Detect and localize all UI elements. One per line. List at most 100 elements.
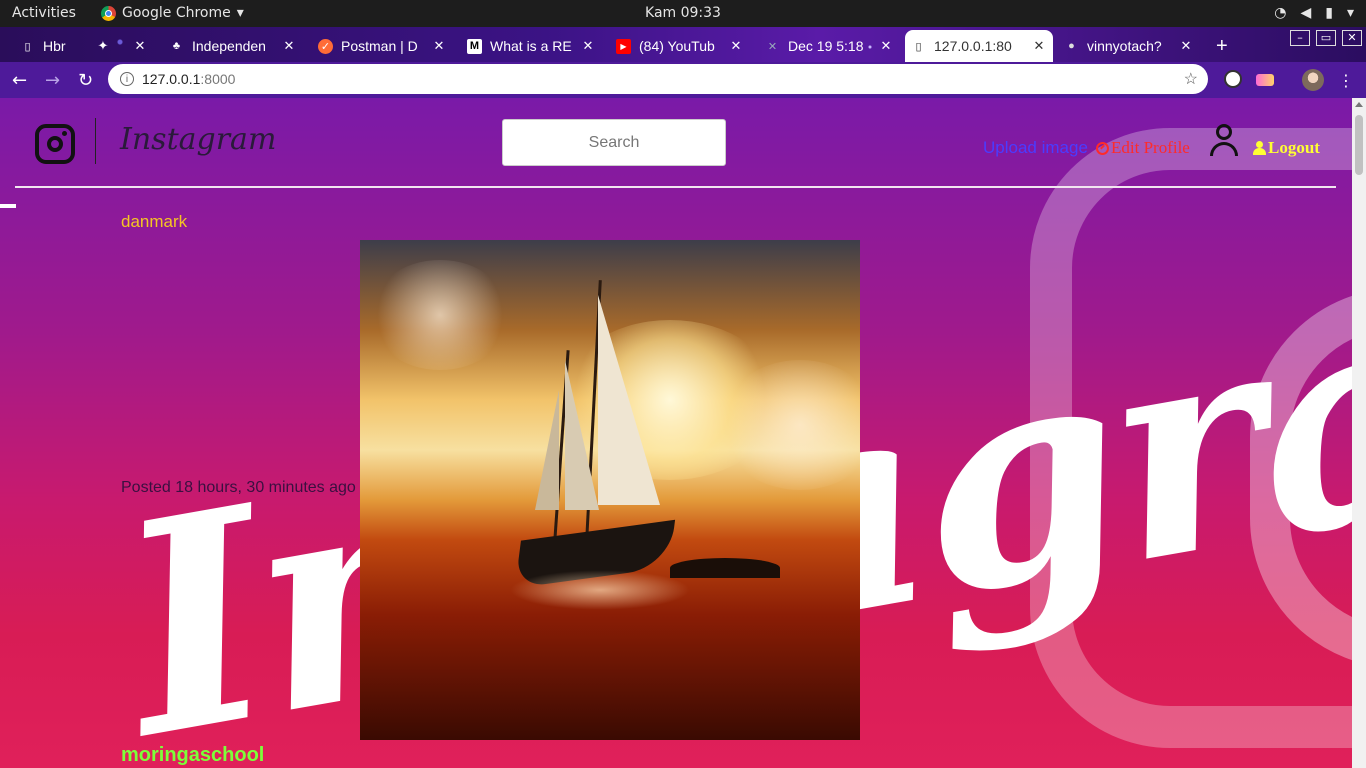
tab-label: Independen (192, 38, 266, 54)
image-sail (535, 390, 559, 510)
tab-label: (84) YouTub (639, 38, 715, 54)
github-icon: ● (1068, 40, 1075, 52)
wifi-icon: ◔ (1274, 5, 1287, 21)
user-icon (1253, 141, 1266, 155)
chevron-down-icon: ▾ (236, 5, 244, 21)
tab-label: Hbr (43, 38, 66, 54)
tab-label: vinnyotach? (1087, 38, 1162, 54)
browser-toolbar: ← → ↻ i 127.0.0.1:8000 ☆ ⋮ (0, 62, 1366, 98)
close-icon: ✕ (1180, 38, 1192, 53)
close-window-button[interactable]: ✕ (1342, 30, 1362, 46)
page-viewport: Instagram Instagram Upload image Edit Pr… (0, 98, 1352, 768)
instagram-logo-icon[interactable] (35, 124, 75, 164)
medium-icon: M (467, 38, 482, 54)
tab-label: Postman | D (341, 38, 418, 54)
plus-icon: + (1216, 34, 1228, 57)
brand-name[interactable]: Instagram (120, 122, 276, 157)
close-icon: ✕ (283, 38, 295, 53)
back-button[interactable]: ← (12, 70, 27, 91)
search-input[interactable] (502, 119, 726, 166)
avatar[interactable] (1302, 69, 1324, 91)
doc-icon: ▯ (915, 40, 922, 53)
maximize-button[interactable]: ▭ (1316, 30, 1336, 46)
browser-tab[interactable]: ♣ Independen ✕ (163, 30, 303, 62)
browser-tab[interactable]: M What is a RE ✕ (461, 30, 602, 62)
chevron-down-icon: ▾ (1346, 5, 1354, 21)
screencast-extension-icon[interactable] (1256, 74, 1274, 86)
extension-icon[interactable] (1224, 70, 1242, 88)
reload-button[interactable]: ↻ (78, 70, 93, 91)
image-foam (510, 570, 690, 610)
forward-button[interactable]: → (45, 70, 60, 91)
header-divider (15, 186, 1336, 188)
close-icon: ✕ (880, 38, 892, 53)
browser-tab[interactable]: ● vinnyotach? ✕ (1058, 30, 1200, 62)
page-scrollbar[interactable] (1352, 98, 1366, 768)
tab-close-button[interactable]: ✕ (132, 30, 144, 62)
upload-image-link[interactable]: Upload image (983, 138, 1088, 158)
sparkle-icon: ✦ (97, 38, 109, 53)
image-cloud (720, 360, 860, 490)
image-cloud (370, 260, 510, 370)
chrome-icon (101, 5, 116, 21)
scroll-up-icon[interactable] (1355, 102, 1363, 107)
close-icon: ✕ (582, 38, 594, 53)
kebab-menu-icon[interactable]: ⋮ (1338, 71, 1354, 90)
new-tab-button[interactable]: + (1210, 30, 1236, 62)
logo-divider (95, 118, 96, 164)
user-head-shape (1216, 124, 1232, 140)
postman-icon: ✓ (318, 38, 333, 54)
close-icon: ✕ (433, 38, 445, 53)
camera-flash-icon (62, 131, 67, 136)
browser-tab-active[interactable]: ▯ 127.0.0.1:80 ✕ (905, 30, 1053, 62)
doc-icon: ▯ (24, 40, 31, 53)
post-username[interactable]: moringaschool (121, 744, 264, 767)
logout-link[interactable]: Logout (1253, 138, 1320, 158)
minimize-icon: – (1297, 31, 1303, 44)
browser-tab[interactable]: ▶ (84) YouTub ✕ (610, 30, 750, 62)
tree-icon: ♣ (172, 40, 181, 52)
image-island (670, 558, 780, 578)
tab-label: 127.0.0.1:80 (934, 38, 1012, 54)
maximize-icon: ▭ (1320, 31, 1332, 44)
minimize-button[interactable]: – (1290, 30, 1310, 46)
url-host: 127.0.0.1 (142, 71, 201, 87)
browser-tab[interactable]: ✓ Postman | D ✕ (312, 30, 453, 62)
close-icon: ✕ (134, 38, 144, 53)
user-torso-shape (1210, 142, 1238, 156)
user-profile-icon[interactable] (1208, 124, 1240, 158)
browser-tab[interactable]: ▯ Hbr ✦ (14, 30, 117, 62)
tab-label: Dec 19 5:18 (788, 38, 864, 54)
image-sail (598, 295, 660, 505)
app-menu[interactable]: Google Chrome ▾ (101, 5, 244, 21)
system-top-bar: Activities Google Chrome ▾ Kam 09:33 ◔ ◀… (0, 0, 1366, 27)
battery-icon: ▮ (1325, 5, 1333, 21)
compass-icon (1096, 141, 1109, 155)
address-bar[interactable]: i 127.0.0.1:8000 ☆ (108, 64, 1208, 94)
camera-lens-icon (47, 136, 63, 152)
logout-label: Logout (1268, 138, 1320, 157)
info-icon[interactable]: i (120, 72, 134, 86)
youtube-icon: ▶ (616, 38, 631, 54)
tab-strip: ▯ Hbr ✦ ✕ ♣ Independen ✕ ✓ Postman | D ✕… (0, 27, 1366, 62)
close-icon: ✕ (1033, 38, 1045, 53)
close-icon: ✕ (730, 38, 742, 53)
edit-profile-label: Edit Profile (1111, 138, 1190, 157)
close-icon: ✕ (1347, 31, 1357, 44)
url-port: :8000 (200, 71, 236, 87)
volume-icon: ◀ (1300, 5, 1312, 21)
activities-button[interactable]: Activities (12, 5, 76, 21)
edit-profile-link[interactable]: Edit Profile (1096, 138, 1190, 158)
bookmark-star-icon[interactable]: ☆ (1184, 69, 1198, 89)
tab-label: What is a RE (490, 38, 572, 54)
app-name: Google Chrome (122, 5, 231, 21)
post-username[interactable]: danmark (121, 212, 187, 232)
image-sail (565, 360, 599, 510)
cross-icon: ✕ (767, 40, 778, 53)
post-timestamp: Posted 18 hours, 30 minutes ago (121, 479, 356, 496)
system-tray[interactable]: ◔ ◀ ▮ ▾ (1274, 5, 1354, 21)
post-image[interactable] (360, 240, 860, 740)
browser-tab[interactable]: ✕ Dec 19 5:18 ✕ (759, 30, 900, 62)
scrollbar-thumb[interactable] (1355, 115, 1363, 175)
collapse-toggle[interactable] (0, 204, 16, 208)
